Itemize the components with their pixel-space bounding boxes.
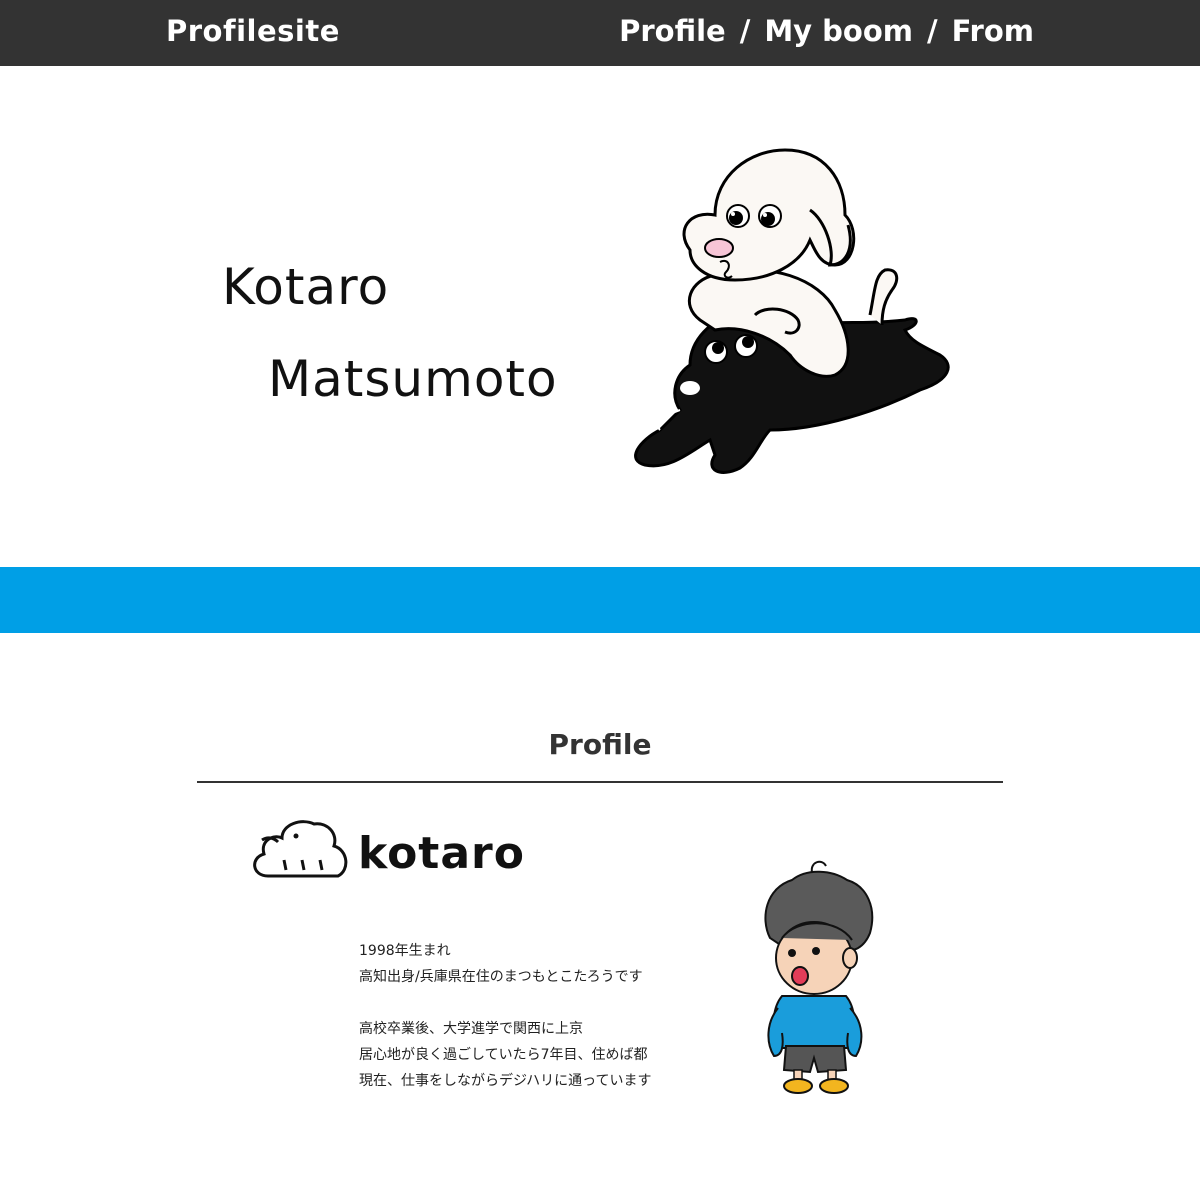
accent-band [0,567,1200,633]
profile-bio: 1998年生まれ 高知出身/兵庫県在住のまつもとこたろうです 高校卒業後、大学進… [359,938,651,1094]
nav-link-my-boom[interactable]: My boom [764,14,913,48]
main-nav: Profile / My boom / From [619,14,1034,48]
hero-last-name: Matsumoto [268,350,558,408]
bio-line: 高知出身/兵庫県在住のまつもとこたろうです [359,969,643,985]
nav-link-from[interactable]: From [952,14,1034,48]
cloud-bird-logo-icon [253,820,348,878]
bio-line: 1998年生まれ [359,943,451,959]
site-header: Profilesite Profile / My boom / From [0,0,1200,66]
nav-separator: / [739,14,751,48]
bio-line: 居心地が良く過ごしていたら7年目、住めば都 [359,1047,648,1063]
boy-character-illustration [764,860,874,1094]
bio-line: 高校卒業後、大学進学で関西に上京 [359,1021,583,1037]
section-title-profile: Profile [548,728,652,761]
nav-separator: / [927,14,938,48]
bio-line: 現在、仕事をしながらデジハリに通っています [359,1073,652,1089]
hero-first-name: Kotaro [222,258,390,316]
nav-link-profile[interactable]: Profile [619,14,726,48]
dogs-illustration [634,148,950,474]
section-divider [197,781,1003,783]
site-brand-link[interactable]: Profilesite [166,14,340,48]
bio-line-spacer [359,990,651,1016]
profile-logo-text: kotaro [358,828,525,879]
